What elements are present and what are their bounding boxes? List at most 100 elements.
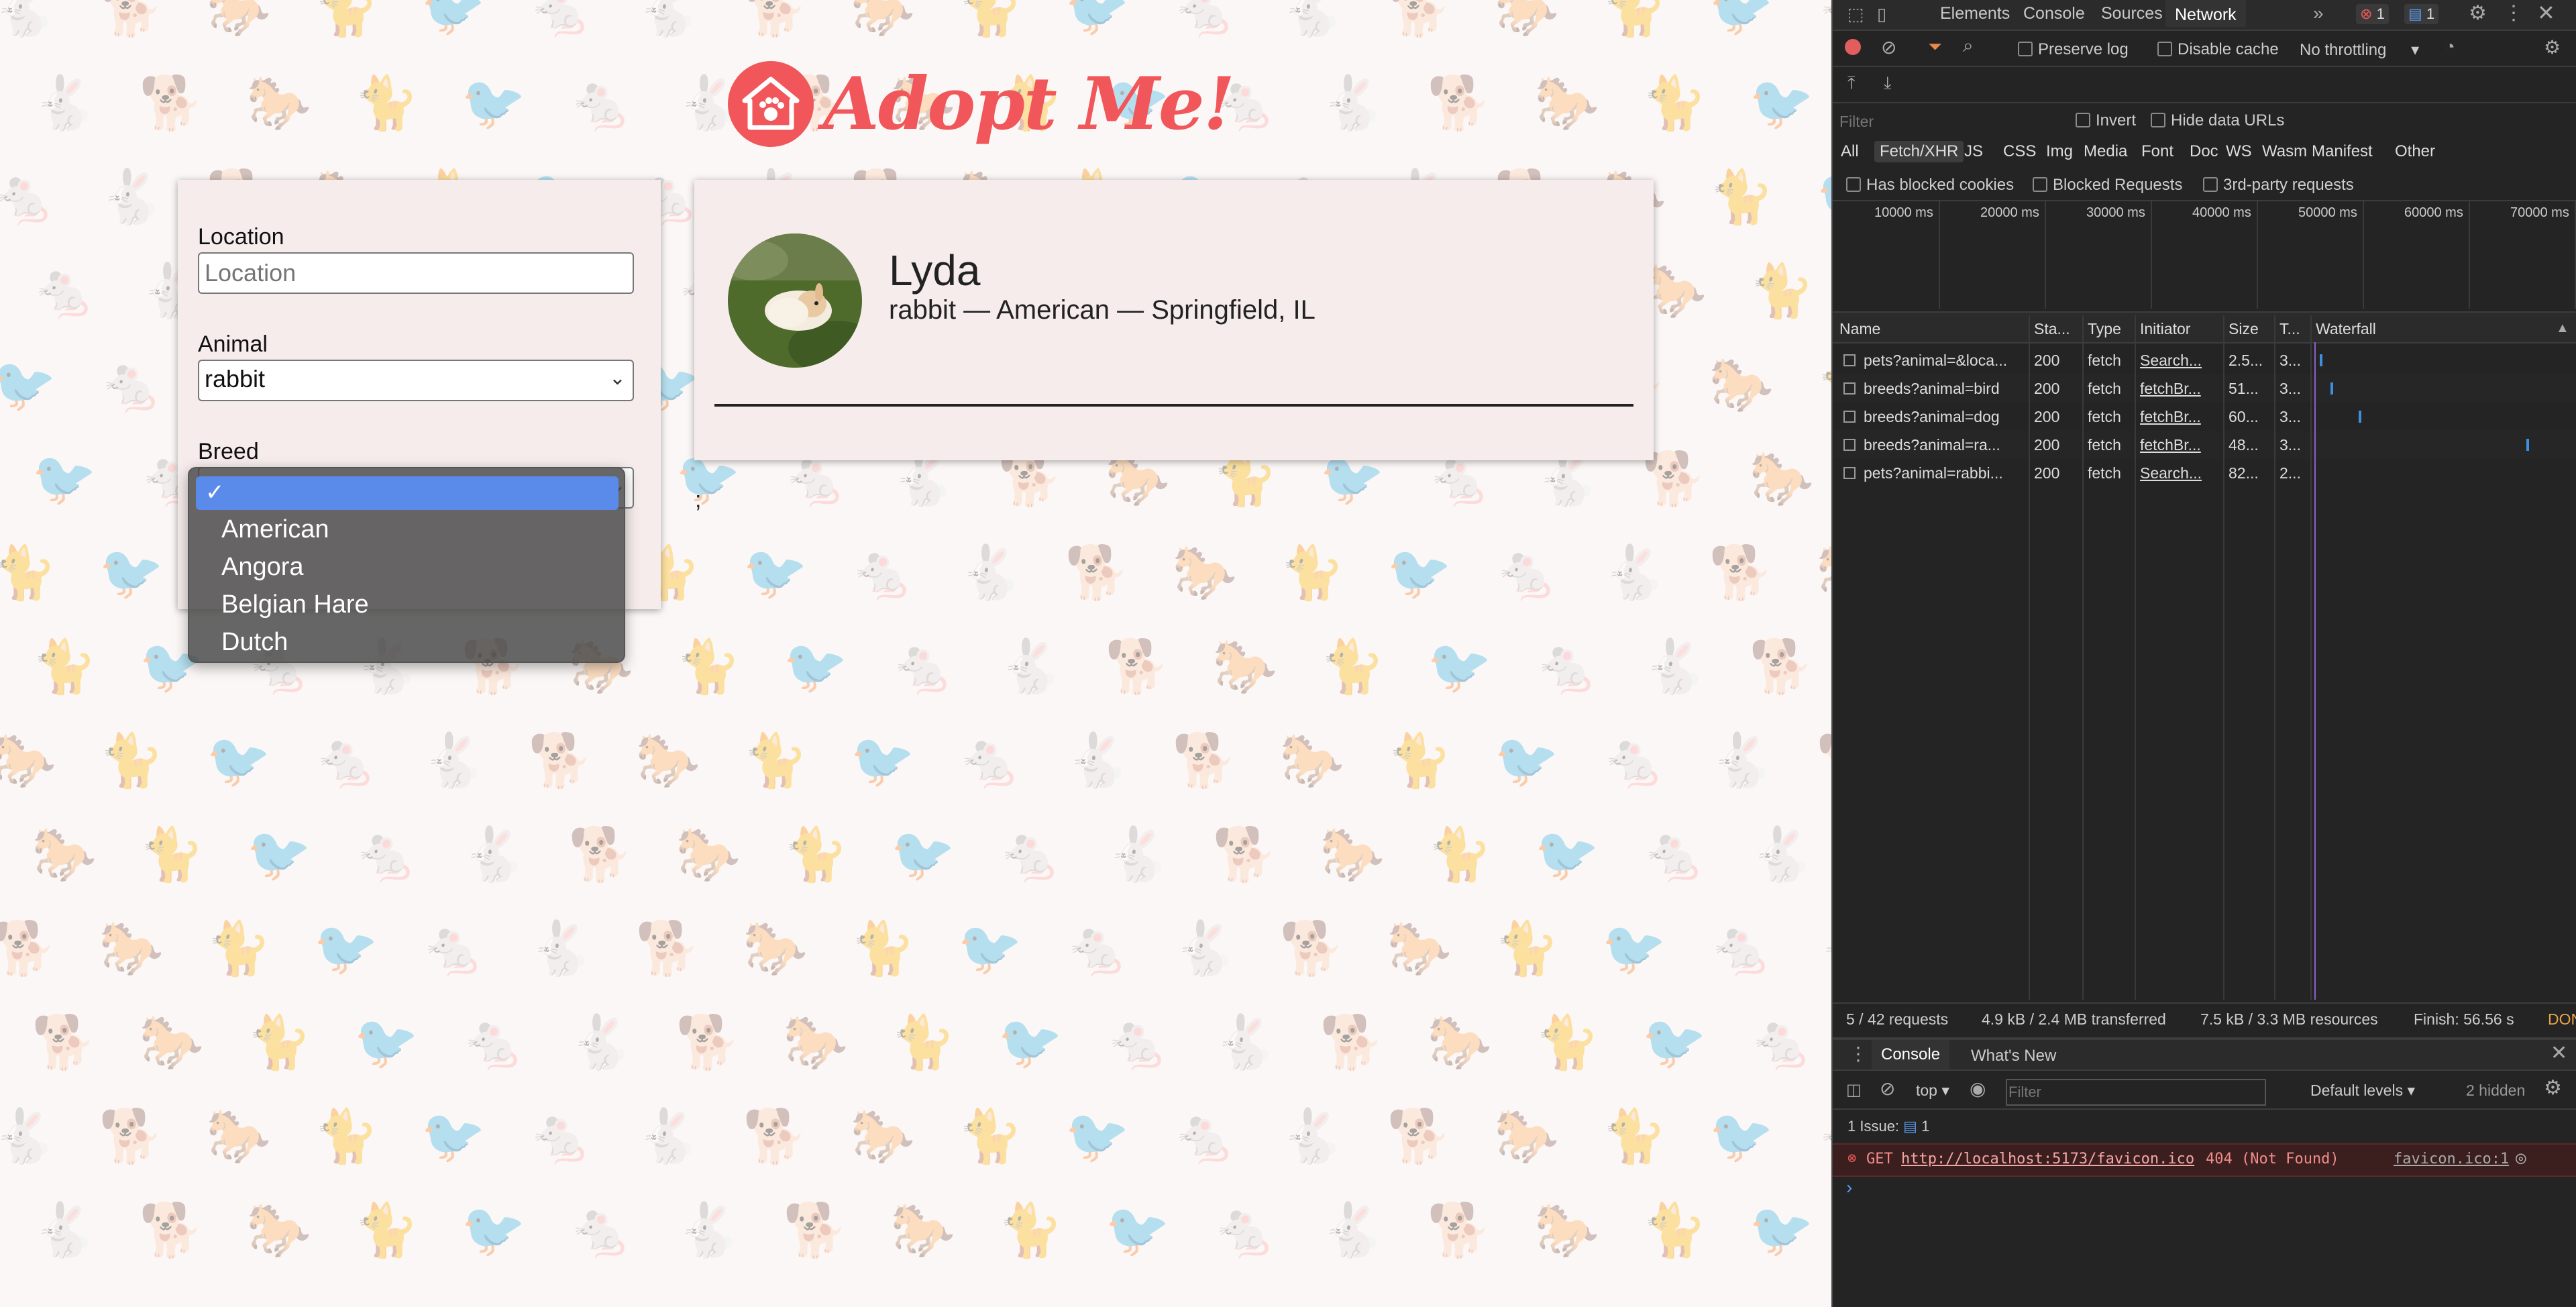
pattern-animal-glyph: 🐇: [957, 543, 1022, 603]
request-initiator[interactable]: fetchBr...: [2140, 436, 2214, 454]
column-header[interactable]: T...: [2279, 320, 2300, 338]
column-header[interactable]: Sta...: [2034, 320, 2070, 338]
filter-type-button[interactable]: Manifest: [2312, 142, 2373, 161]
request-initiator[interactable]: fetchBr...: [2140, 380, 2214, 398]
filter-type-button[interactable]: Doc: [2190, 142, 2218, 161]
column-header[interactable]: Type: [2088, 320, 2121, 338]
filter-type-button[interactable]: Fetch/XHR: [1874, 141, 1964, 162]
drawer-tab-console[interactable]: Console: [1872, 1040, 1950, 1069]
devtools-panel: ⬚ ▯ Elements Console Sources Network » ⊗…: [1831, 0, 2576, 1307]
pet-result-card[interactable]: Lyda rabbit — American — Springfield, IL: [694, 180, 1654, 460]
tab-sources[interactable]: Sources: [2101, 4, 2163, 23]
sidebar-toggle-icon[interactable]: ◫: [1846, 1080, 1862, 1100]
pattern-animal-glyph: 🐦: [1065, 0, 1130, 40]
blocked-requests-checkbox[interactable]: Blocked Requests: [2033, 176, 2182, 195]
close-drawer-icon[interactable]: ✕: [2551, 1041, 2567, 1065]
network-filter-input[interactable]: [1838, 110, 2042, 133]
request-initiator[interactable]: fetchBr...: [2140, 408, 2214, 426]
settings-gear-icon[interactable]: ⚙: [2469, 1, 2487, 25]
tab-console[interactable]: Console: [2023, 4, 2085, 23]
location-input[interactable]: [198, 252, 634, 294]
animal-select[interactable]: rabbit ⌄: [198, 360, 634, 401]
filter-type-button[interactable]: Img: [2046, 142, 2073, 161]
export-har-icon[interactable]: ⤓: [1884, 72, 1892, 94]
pattern-animal-glyph: 🐕: [1279, 919, 1344, 979]
message-count-badge[interactable]: ▤ 1: [2404, 4, 2439, 24]
network-request-row[interactable]: breeds?animal=bird 200 fetch fetchBr... 51..…: [1833, 374, 2576, 403]
live-expression-eye-icon[interactable]: ◉: [1970, 1078, 1986, 1100]
request-initiator[interactable]: Search...: [2140, 464, 2214, 482]
invert-checkbox[interactable]: Invert: [2076, 111, 2136, 130]
tab-elements[interactable]: Elements: [1940, 4, 2010, 23]
error-url-link[interactable]: http://localhost:5173/favicon.ico: [1901, 1151, 2194, 1167]
console-filter-input[interactable]: [2006, 1079, 2266, 1106]
request-initiator[interactable]: Search...: [2140, 352, 2214, 370]
import-har-icon[interactable]: ⤒: [1847, 72, 1856, 94]
more-tabs-icon[interactable]: »: [2313, 3, 2324, 24]
hide-data-urls-checkbox[interactable]: Hide data URLs: [2151, 111, 2284, 130]
context-select[interactable]: top ▾: [1916, 1082, 1949, 1100]
column-header[interactable]: Size: [2229, 320, 2259, 338]
pattern-animal-glyph: 🐕: [139, 1200, 204, 1261]
filter-type-button[interactable]: All: [1841, 142, 1859, 161]
pattern-animal-glyph: 🐈: [1387, 731, 1452, 791]
network-settings-gear-icon[interactable]: ⚙: [2544, 36, 2561, 58]
breed-option-empty[interactable]: ✓: [196, 476, 619, 510]
filter-type-button[interactable]: Wasm: [2262, 142, 2307, 161]
filter-type-button[interactable]: CSS: [2003, 142, 2036, 161]
has-blocked-cookies-checkbox[interactable]: Has blocked cookies: [1846, 176, 2014, 195]
tab-network[interactable]: Network: [2165, 0, 2246, 27]
divider: [714, 404, 1633, 407]
sort-ascending-icon[interactable]: ▲: [2556, 321, 2569, 336]
breed-option[interactable]: Belgian Hare: [221, 590, 369, 619]
throttling-select[interactable]: No throttling ▾: [2300, 40, 2419, 60]
pattern-animal-glyph: 🐕: [1320, 1012, 1385, 1073]
clear-icon[interactable]: ⊘: [1881, 36, 1896, 58]
filter-type-button[interactable]: JS: [1964, 142, 1983, 161]
search-icon[interactable]: ⌕: [1963, 35, 1974, 57]
network-request-icon[interactable]: ◎: [2516, 1148, 2526, 1168]
error-count-badge[interactable]: ⊗ 1: [2356, 4, 2389, 24]
network-request-row[interactable]: breeds?animal=dog 200 fetch fetchBr... 60...…: [1833, 403, 2576, 431]
network-request-row[interactable]: pets?animal=&loca... 200 fetch Search... 2.5…: [1833, 346, 2576, 374]
device-toolbar-icon[interactable]: ▯: [1877, 4, 1886, 25]
column-header[interactable]: Name: [1839, 320, 1880, 338]
breed-option[interactable]: American: [221, 515, 329, 544]
inspect-element-icon[interactable]: ⬚: [1847, 4, 1864, 25]
column-header[interactable]: Waterfall: [2316, 320, 2376, 338]
more-options-icon[interactable]: ⋮: [2504, 1, 2524, 25]
close-devtools-icon[interactable]: ✕: [2537, 0, 2555, 25]
pattern-animal-glyph: 🐦: [1709, 0, 1774, 40]
drawer-tab-whats-new[interactable]: What's New: [1971, 1047, 2056, 1065]
preserve-log-checkbox[interactable]: Preserve log: [2018, 40, 2129, 59]
filter-icon[interactable]: ⏷: [1928, 36, 1942, 58]
timeline-label: 20000 ms: [1980, 205, 2039, 220]
network-conditions-icon[interactable]: ◔: [2445, 36, 2455, 57]
pet-name: Lyda: [889, 246, 981, 295]
network-request-row[interactable]: breeds?animal=ra... 200 fetch fetchBr... 48.…: [1833, 431, 2576, 459]
pet-description: rabbit — American — Springfield, IL: [889, 295, 1316, 325]
breed-option[interactable]: Dutch: [221, 628, 288, 657]
column-header[interactable]: Initiator: [2140, 320, 2190, 338]
record-icon[interactable]: [1845, 39, 1861, 55]
log-levels-select[interactable]: Default levels ▾: [2310, 1082, 2415, 1100]
filter-type-button[interactable]: Font: [2141, 142, 2174, 161]
network-request-row[interactable]: pets?animal=rabbi... 200 fetch Search... 82.…: [1833, 459, 2576, 487]
pattern-animal-glyph: 🐕: [528, 731, 593, 791]
third-party-requests-checkbox[interactable]: 3rd-party requests: [2203, 176, 2354, 195]
filter-type-button[interactable]: Other: [2395, 142, 2435, 161]
pattern-animal-glyph: 🐎: [743, 919, 808, 979]
breed-option[interactable]: Angora: [221, 553, 304, 582]
pattern-animal-glyph: 🐕: [635, 919, 700, 979]
issues-link[interactable]: 1 Issue: ▤ 1: [1847, 1118, 1929, 1135]
error-source-link[interactable]: favicon.ico:1: [2394, 1151, 2509, 1167]
console-settings-gear-icon[interactable]: ⚙: [2544, 1076, 2562, 1100]
drawer-menu-icon[interactable]: ⋮: [1849, 1043, 1868, 1065]
clear-console-icon[interactable]: ⊘: [1880, 1078, 1895, 1100]
filter-type-button[interactable]: Media: [2084, 142, 2127, 161]
pattern-animal-glyph: 🐁: [32, 261, 97, 321]
disable-cache-checkbox[interactable]: Disable cache: [2157, 40, 2279, 59]
console-prompt[interactable]: ›: [1846, 1177, 1852, 1198]
site-logo[interactable]: Adopt Me!: [728, 47, 1235, 161]
filter-type-button[interactable]: WS: [2226, 142, 2252, 161]
